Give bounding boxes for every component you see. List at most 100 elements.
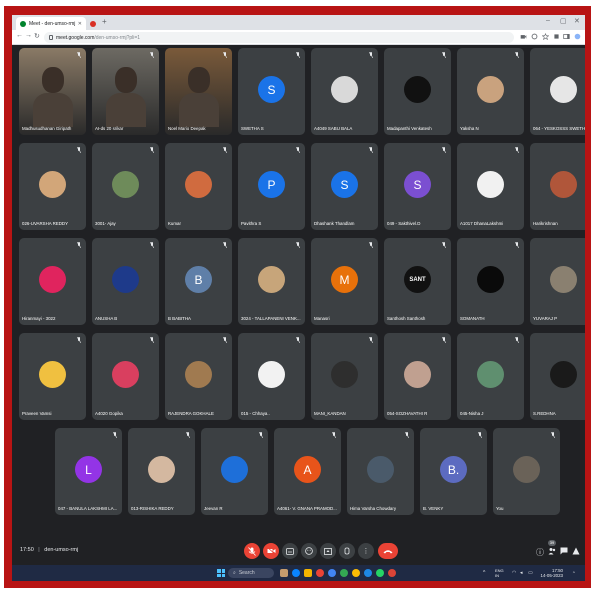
participant-name: 049 - Sakthivel.D: [387, 221, 421, 226]
whatsapp-icon[interactable]: [376, 569, 384, 577]
participant-tile[interactable]: B. B. VENKY: [420, 428, 487, 515]
taskbar-search[interactable]: ⌕ Search: [228, 568, 274, 578]
participant-tile[interactable]: 015 - Chhaya..: [238, 333, 305, 420]
avatar-initial: P: [258, 171, 285, 199]
extensions-icon[interactable]: [553, 33, 560, 40]
app-blue-icon[interactable]: [364, 569, 372, 577]
participant-tile[interactable]: 045-Nisha J: [457, 333, 524, 420]
meeting-details-icon[interactable]: ⓘ: [536, 547, 544, 558]
participant-tile[interactable]: M Manasri: [311, 238, 378, 325]
participant-tile[interactable]: SANT Santhosh Santhosh: [384, 238, 451, 325]
edge-app-icon[interactable]: [292, 569, 300, 577]
captions-button[interactable]: [282, 543, 298, 559]
avatar-photo: SANT: [404, 266, 431, 294]
participant-tile[interactable]: RAJENDRA GOKHALE: [165, 333, 232, 420]
tab-second[interactable]: [86, 17, 100, 30]
participant-tile[interactable]: A1017 DhanaLakshmi: [457, 143, 524, 230]
app-green-icon[interactable]: [340, 569, 348, 577]
muted-mic-icon: [223, 242, 227, 248]
raise-hand-button[interactable]: [339, 543, 355, 559]
participant-tile[interactable]: Hima Varsha Chowdary: [347, 428, 414, 515]
widgets-app-icon[interactable]: [280, 569, 288, 577]
people-icon[interactable]: [548, 547, 556, 555]
address-bar[interactable]: meet.google.com /den-umso-rmj?pli=1: [44, 32, 514, 43]
app-red2-icon[interactable]: [388, 569, 396, 577]
participant-tile[interactable]: MANI_KANDAN: [311, 333, 378, 420]
participant-tile[interactable]: Madhusudhanan Giripath: [19, 48, 86, 135]
participant-tile[interactable]: S SWETHA S: [238, 48, 305, 135]
minimize-icon[interactable]: –: [546, 17, 550, 24]
participant-tile[interactable]: S Dhashank Thandlam: [311, 143, 378, 230]
avatar-photo: [367, 456, 394, 484]
back-icon[interactable]: ←: [16, 32, 23, 39]
participant-tile[interactable]: A4020 Gopika: [92, 333, 159, 420]
participant-tile[interactable]: Praveen Vamsi: [19, 333, 86, 420]
participant-tile[interactable]: SOMANATH: [457, 238, 524, 325]
leave-call-button[interactable]: [378, 543, 398, 559]
camera-permission-icon[interactable]: [520, 33, 527, 40]
participant-tile[interactable]: 064 - YESKOSSS SWETHA: [530, 48, 585, 135]
participant-tile[interactable]: 013-RISHIKA REDDY: [128, 428, 195, 515]
participant-tile[interactable]: Kumar: [165, 143, 232, 230]
participant-tile[interactable]: 3024 - TALLAPANENI VENK...: [238, 238, 305, 325]
participant-tile[interactable]: Hiranmayi - 3022: [19, 238, 86, 325]
participant-tile[interactable]: Harikrishnan: [530, 143, 585, 230]
participant-tile[interactable]: 054-SOZHAVATHI R: [384, 333, 451, 420]
windows-start-icon[interactable]: [217, 569, 225, 577]
profile-avatar-icon[interactable]: [574, 33, 581, 40]
participant-tile[interactable]: You: [493, 428, 560, 515]
battery-icon[interactable]: ▭: [528, 570, 533, 576]
participant-tile[interactable]: AI-ds 20 srikar: [92, 48, 159, 135]
recording-favicon-icon: [90, 20, 96, 27]
chat-icon[interactable]: [560, 547, 568, 555]
reload-icon[interactable]: ↻: [34, 32, 40, 40]
avatar-initial: S: [331, 171, 358, 199]
close-window-icon[interactable]: ✕: [574, 17, 580, 25]
taskbar-clock[interactable]: 17:50 14-05-2023: [541, 568, 563, 578]
camera-off-button[interactable]: [263, 543, 279, 559]
lock-icon: [49, 35, 53, 40]
app-red-icon[interactable]: [316, 569, 324, 577]
activities-icon[interactable]: [572, 547, 580, 555]
participant-tile[interactable]: P Pavithra S: [238, 143, 305, 230]
tab-meet[interactable]: Meet - den-umso-rmj ✕: [16, 17, 86, 30]
wifi-icon[interactable]: ◠: [512, 570, 516, 576]
more-options-button[interactable]: ⋮: [358, 543, 374, 559]
participant-tile[interactable]: Yaksha N: [457, 48, 524, 135]
participant-tile[interactable]: A4049 SABU BALA: [311, 48, 378, 135]
taskbar-date: 14-05-2023: [540, 573, 563, 578]
bookmark-star-icon[interactable]: [542, 33, 549, 40]
input-language[interactable]: ENG IN: [495, 568, 504, 578]
new-tab-button[interactable]: +: [102, 17, 107, 26]
participant-tile[interactable]: S 049 - Sakthivel.D: [384, 143, 451, 230]
participant-name: SWETHA S: [241, 126, 264, 131]
participant-tile[interactable]: B B BABITHA: [165, 238, 232, 325]
tray-chevron-icon[interactable]: ^: [483, 570, 485, 576]
chrome-app-icon[interactable]: [328, 569, 336, 577]
participant-tile[interactable]: 3001- Ajay: [92, 143, 159, 230]
sidebar-icon[interactable]: [563, 33, 570, 40]
participant-tile[interactable]: 026-UVARSHA REDDY: [19, 143, 86, 230]
participant-tile[interactable]: L 047 - BANULA LAKSHMI LA...: [55, 428, 122, 515]
volume-icon[interactable]: ◂: [520, 570, 523, 576]
forward-icon[interactable]: →: [25, 32, 32, 39]
participant-tile[interactable]: A A4061- V. GNANA PRAMOD...: [274, 428, 341, 515]
close-tab-icon[interactable]: ✕: [78, 21, 82, 27]
avatar-photo: [221, 456, 248, 484]
notification-bell-icon[interactable]: ◔: [572, 570, 575, 576]
participant-tile[interactable]: YUVARAJ P: [530, 238, 585, 325]
emoji-reaction-button[interactable]: [301, 543, 317, 559]
app-yellow-icon[interactable]: [352, 569, 360, 577]
mic-off-button[interactable]: [244, 543, 260, 559]
share-icon[interactable]: [531, 33, 538, 40]
participant-tile[interactable]: S.REDHNA: [530, 333, 585, 420]
file-explorer-icon[interactable]: [304, 569, 312, 577]
participant-tile[interactable]: ANUSHA B: [92, 238, 159, 325]
maximize-icon[interactable]: ▢: [560, 17, 567, 25]
participant-name: 013-RISHIKA REDDY: [131, 506, 174, 511]
camera-off-icon: [266, 547, 276, 555]
participant-tile[interactable]: Madapanthi Venkatesh: [384, 48, 451, 135]
participant-tile[interactable]: Jeevan R: [201, 428, 268, 515]
present-screen-button[interactable]: [320, 543, 336, 559]
participant-tile[interactable]: Noel Mario Deepak: [165, 48, 232, 135]
